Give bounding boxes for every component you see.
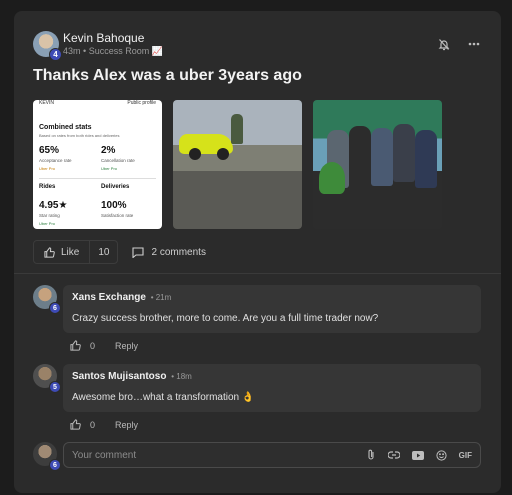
acceptance-label: Acceptance rate [39,158,72,163]
car-wheel [217,148,229,160]
star-badge: Uber Pro [39,221,56,226]
comment-time: • 18m [171,372,192,381]
acceptance-value: 65% [39,145,60,156]
reply-button[interactable]: Reply [115,420,138,430]
comment-icon [132,246,145,258]
level-badge: 6 [49,459,61,471]
cancel-value: 2% [101,145,116,156]
level-badge: 6 [49,302,61,314]
post-time: 43m [63,46,81,56]
star-label: Star rating [39,213,60,218]
car-wheel [189,148,201,160]
room-link[interactable]: Success Room [89,46,150,56]
meta-separator: • [83,46,87,56]
header-actions [437,37,481,51]
comment-actions: 0 Reply [70,340,138,351]
composer-tools: GIF [366,449,472,461]
stats-screenshot-image[interactable]: KEVIN Public profile Combined stats Base… [33,100,162,229]
more-options-icon[interactable] [467,37,481,51]
thumbs-up-icon [44,246,55,258]
commenter-avatar[interactable]: 6 [33,285,61,314]
like-button[interactable]: Like [34,241,89,263]
post-actions: Like 10 2 comments [33,240,481,264]
stats-topbar-link: Public profile [127,100,156,106]
comment-actions: 0 Reply [70,419,138,430]
commenter-name-text[interactable]: Santos Mujisantoso [72,371,166,382]
thumbs-up-icon [70,419,81,430]
comment-input-box: GIF [63,442,481,468]
cancel-badge: Uber Pro [101,166,118,171]
like-label: Like [61,246,80,258]
commenter-name-text[interactable]: Xans Exchange [72,292,146,303]
level-badge: 5 [49,381,61,393]
comment-like-count: 0 [90,419,96,430]
comments-button[interactable]: 2 comments [132,246,206,258]
rides-label: Rides [39,184,56,190]
gif-button[interactable]: GIF [459,451,472,460]
comment-item: 6 Xans Exchange • 21m Crazy success brot… [33,285,481,355]
person-shape [415,130,437,188]
comment-item: 5 Santos Mujisantoso • 18m Awesome bro…w… [33,364,481,434]
satisfaction-label: Satisfaction rate [101,213,134,218]
comment-like-count: 0 [90,340,96,351]
star-value: 4.95★ [39,200,68,211]
level-badge: 4 [49,48,62,61]
person-shape [349,126,371,184]
stats-topbar: KEVIN Public profile [39,100,156,106]
youtube-icon[interactable] [411,450,424,460]
comment-input[interactable] [72,449,366,461]
deliveries-label: Deliveries [101,184,130,190]
link-icon[interactable] [387,451,400,459]
current-user-avatar: 6 [33,442,61,471]
like-count[interactable]: 10 [89,241,117,263]
comment-bubble: Xans Exchange • 21m Crazy success brothe… [63,285,481,333]
group-photo-image[interactable] [313,100,442,229]
car-photo-image[interactable] [173,100,302,229]
stats-subheading: Based on rates from both rides and deliv… [39,133,120,138]
comments-count-label: 2 comments [151,246,206,258]
author-name[interactable]: Kevin Bahoque [63,31,144,45]
emoji-icon[interactable] [436,449,447,461]
commenter-avatar[interactable]: 5 [33,364,61,393]
person-shape [393,124,415,182]
comment-bubble: Santos Mujisantoso • 18m Awesome bro…wha… [63,364,481,412]
commenter-name: Xans Exchange • 21m [72,292,472,303]
person-shape [371,128,393,186]
commenter-name: Santos Mujisantoso • 18m [72,371,472,382]
comment-like-button[interactable]: 0 [70,419,95,430]
section-divider [14,273,501,274]
comment-text: Crazy success brother, more to come. Are… [72,313,379,324]
cancel-label: Cancellation rate [101,158,135,163]
satisfaction-value: 100% [101,200,127,211]
plant-shape [319,162,345,194]
comment-composer: 6 GIF [33,442,481,471]
post-header: 4 Kevin Bahoque 43m • Success Room 📈 [33,31,481,61]
reply-button[interactable]: Reply [115,341,138,351]
bell-icon[interactable] [437,37,451,51]
post-title: Thanks Alex was a uber 3years ago [33,67,302,84]
comment-like-button[interactable]: 0 [70,340,95,351]
like-control: Like 10 [33,240,119,264]
attachment-icon[interactable] [366,449,376,461]
stats-heading: Combined stats [39,124,92,131]
thumbs-up-icon [70,340,81,351]
comment-time: • 21m [150,293,172,302]
comment-text: Awesome bro…what a transformation 👌 [72,392,255,403]
author-avatar[interactable]: 4 [33,31,62,61]
post-meta: 43m • Success Room 📈 [63,46,163,57]
acceptance-badge: Uber Pro [39,166,56,171]
post-modal: 4 Kevin Bahoque 43m • Success Room 📈 Tha… [14,11,501,493]
stats-topbar-name: KEVIN [39,100,55,106]
person-shape [231,114,243,144]
media-gallery: KEVIN Public profile Combined stats Base… [33,100,442,229]
stats-card: KEVIN Public profile Combined stats Base… [33,100,162,229]
room-emoji: 📈 [151,46,163,56]
stats-divider [39,178,156,179]
